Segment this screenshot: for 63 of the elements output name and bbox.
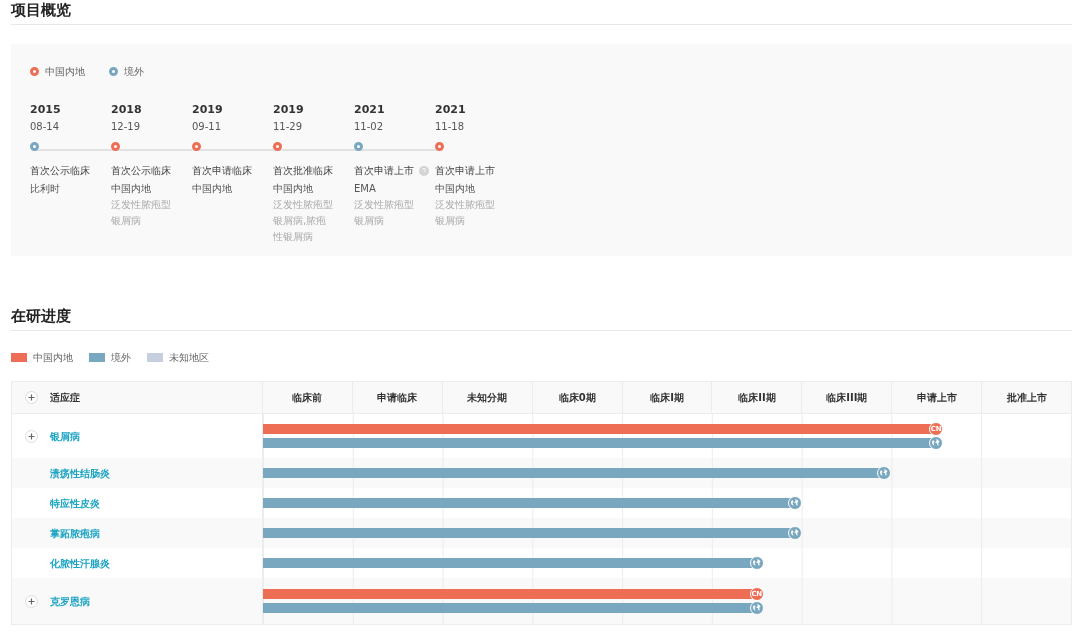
globe-icon [929, 436, 944, 450]
milestone-date: 12-19 [111, 120, 142, 134]
milestone-region: 中国内地 [192, 182, 233, 196]
milestone-year: 2019 [273, 103, 305, 117]
legend-label: 中国内地 [45, 65, 85, 79]
milestone-region: 中国内地 [273, 182, 314, 196]
milestone-date: 11-18 [435, 120, 466, 134]
milestone-region: 比利时 [30, 182, 61, 196]
legend-label: 境外 [124, 65, 144, 79]
milestone-year: 2015 [30, 103, 62, 117]
indication-link[interactable]: 掌跖脓疱病 [50, 525, 100, 541]
milestone-detail: 泛发性脓疱型银屑病,脓疱性银屑病 [273, 198, 334, 244]
expand-button[interactable] [24, 429, 38, 443]
milestone-year: 2021 [354, 103, 386, 117]
indication-link[interactable]: 化脓性汗腺炎 [50, 555, 110, 571]
indication-link[interactable]: 特应性皮炎 [50, 495, 100, 511]
legend-label: 未知地区 [169, 351, 209, 365]
plus-icon [27, 394, 35, 401]
milestone-detail: 泛发性脓疱型银屑病 [354, 198, 415, 228]
legend-label: 中国内地 [33, 351, 73, 365]
milestone-detail: 泛发性脓疱型银屑病 [435, 198, 496, 228]
section-title: 项目概览 [11, 0, 72, 20]
milestone-region: EMA [354, 182, 377, 196]
milestone-event: 首次公示临床 [30, 164, 90, 178]
column-header: 适应症 [50, 391, 80, 405]
milestone-detail: 泛发性脓疱型银屑病 [111, 198, 172, 228]
plus-icon [27, 432, 35, 440]
indication-link[interactable]: 银屑病 [50, 428, 80, 444]
column-header: 临床0期 [532, 382, 623, 413]
column-header: 申请临床 [352, 382, 443, 413]
column-header: 临床II期 [712, 382, 803, 413]
milestone-date: 11-02 [354, 120, 385, 134]
milestone-region: 中国内地 [435, 182, 476, 196]
column-header: 临床I期 [622, 382, 713, 413]
milestone-year: 2021 [435, 103, 467, 117]
section-title: 在研进度 [11, 306, 72, 326]
milestone-event: 首次申请上市 [435, 164, 495, 178]
milestone-event: 首次申请上市 [354, 164, 414, 178]
expand-button[interactable] [24, 594, 38, 608]
globe-icon [788, 496, 803, 510]
column-header: 临床III期 [802, 382, 893, 413]
legend-label: 境外 [111, 351, 131, 365]
milestone-year: 2018 [111, 103, 143, 117]
expand-button[interactable] [24, 391, 38, 404]
milestone-region: 中国内地 [111, 182, 152, 196]
column-header: 批准上市 [1005, 391, 1048, 405]
milestone-year: 2019 [192, 103, 224, 117]
milestone-event: 首次批准临床 [273, 164, 333, 178]
globe-icon [877, 466, 892, 480]
milestone-date: 11-29 [273, 120, 304, 134]
milestone-date: 09-11 [192, 120, 223, 134]
indication-link[interactable]: 溃疡性结肠炎 [50, 465, 110, 481]
column-header: 临床前 [263, 382, 353, 413]
globe-icon [788, 526, 803, 540]
milestone-event: 首次申请临床 [192, 164, 252, 178]
milestone-event: 首次公示临床 [111, 164, 171, 178]
column-header: 申请上市 [892, 382, 983, 413]
plus-icon [27, 597, 35, 605]
column-header: 未知分期 [442, 382, 533, 413]
globe-icon [749, 556, 764, 570]
milestone-date: 08-14 [30, 120, 61, 134]
indication-link[interactable]: 克罗恩病 [50, 593, 90, 609]
globe-icon [749, 601, 764, 615]
